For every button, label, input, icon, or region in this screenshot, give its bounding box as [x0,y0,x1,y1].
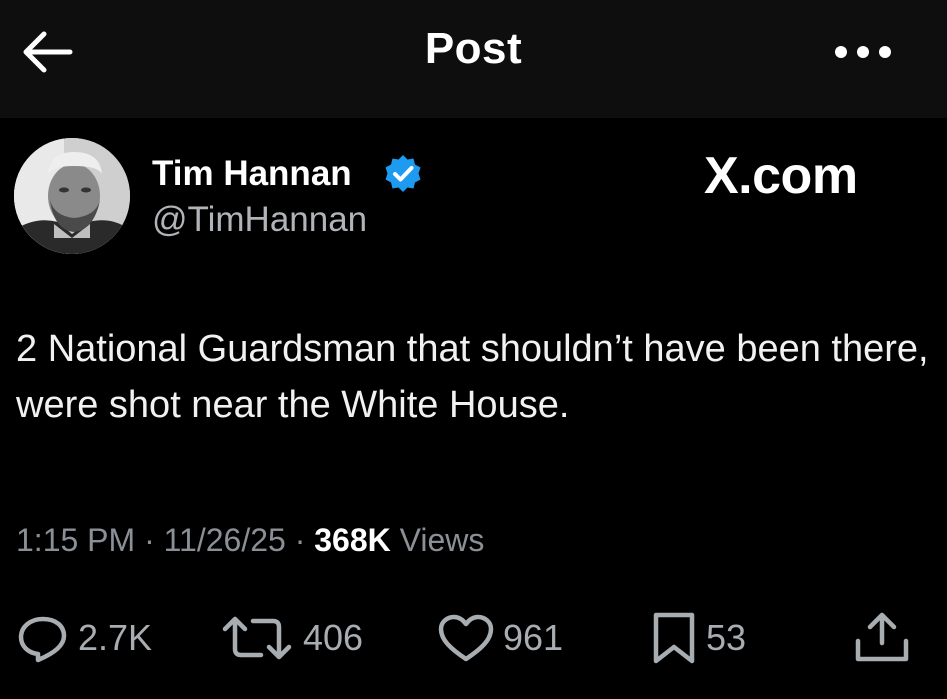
bookmark-icon [653,612,695,664]
repost-icon [222,616,292,660]
post-date[interactable]: 11/26/25 [164,522,286,558]
views-count: 368K [314,522,391,558]
more-horizontal-icon [835,46,891,58]
views-label: Views [399,522,485,558]
post-text: 2 National Guardsman that shouldn’t have… [16,328,929,426]
repost-button[interactable]: 406 [219,612,363,664]
author-handle[interactable]: @TimHannan [152,200,367,240]
post-meta: 1:15 PM · 11/26/25 · 368K Views [16,522,484,559]
more-button[interactable] [828,30,898,74]
repost-count: 406 [303,617,364,658]
reply-count: 2.7K [78,617,153,658]
bookmark-count: 53 [706,617,747,658]
share-button[interactable] [850,612,914,664]
watermark-logo: X.com [704,147,858,205]
like-count: 961 [503,617,564,658]
verified-badge-icon [385,155,421,192]
bookmark-button[interactable]: 53 [650,612,746,664]
heart-icon [438,614,494,662]
page-title: Post [424,24,523,73]
like-button[interactable]: 961 [437,612,563,664]
post-time[interactable]: 1:15 PM [16,522,135,558]
reply-button[interactable]: 2.7K [16,612,152,664]
avatar-photo [14,138,130,254]
author-avatar[interactable] [14,138,130,254]
author-name[interactable]: Tim Hannan [152,154,352,194]
meta-separator: · [144,522,155,558]
meta-separator: · [294,522,306,558]
reply-icon [18,616,67,663]
share-icon [855,612,909,662]
top-bar: Post [0,0,947,118]
